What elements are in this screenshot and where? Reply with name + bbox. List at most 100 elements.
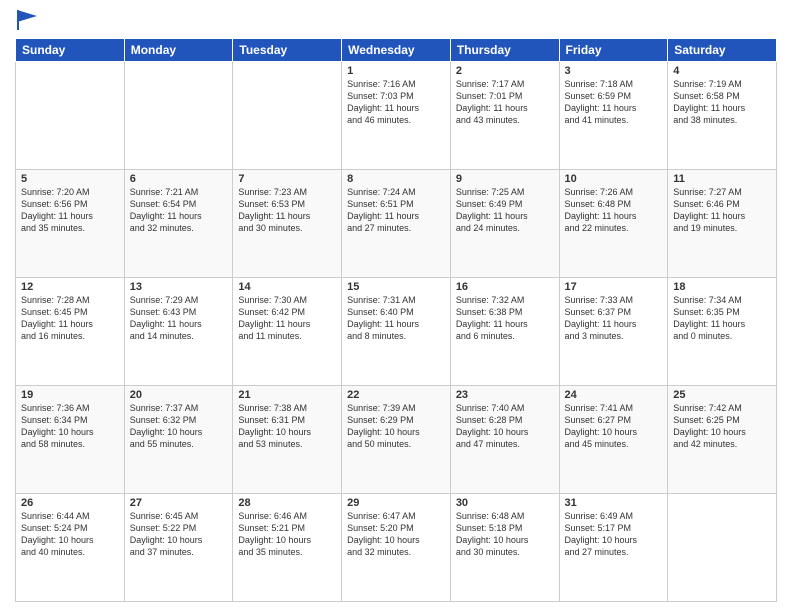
- calendar-cell: 1Sunrise: 7:16 AM Sunset: 7:03 PM Daylig…: [342, 62, 451, 170]
- day-number: 31: [565, 497, 663, 509]
- calendar-cell: 11Sunrise: 7:27 AM Sunset: 6:46 PM Dayli…: [668, 170, 777, 278]
- day-info: Sunrise: 6:45 AM Sunset: 5:22 PM Dayligh…: [130, 510, 228, 559]
- calendar-cell: 4Sunrise: 7:19 AM Sunset: 6:58 PM Daylig…: [668, 62, 777, 170]
- weekday-header-saturday: Saturday: [668, 39, 777, 62]
- weekday-header-wednesday: Wednesday: [342, 39, 451, 62]
- calendar-cell: 28Sunrise: 6:46 AM Sunset: 5:21 PM Dayli…: [233, 494, 342, 602]
- day-info: Sunrise: 7:17 AM Sunset: 7:01 PM Dayligh…: [456, 78, 554, 127]
- day-number: 17: [565, 281, 663, 293]
- calendar-week-1: 1Sunrise: 7:16 AM Sunset: 7:03 PM Daylig…: [16, 62, 777, 170]
- day-number: 11: [673, 173, 771, 185]
- day-number: 9: [456, 173, 554, 185]
- calendar-cell: 21Sunrise: 7:38 AM Sunset: 6:31 PM Dayli…: [233, 386, 342, 494]
- day-info: Sunrise: 7:28 AM Sunset: 6:45 PM Dayligh…: [21, 294, 119, 343]
- calendar-cell: 10Sunrise: 7:26 AM Sunset: 6:48 PM Dayli…: [559, 170, 668, 278]
- day-info: Sunrise: 7:26 AM Sunset: 6:48 PM Dayligh…: [565, 186, 663, 235]
- day-info: Sunrise: 6:44 AM Sunset: 5:24 PM Dayligh…: [21, 510, 119, 559]
- day-number: 22: [347, 389, 445, 401]
- weekday-header-row: SundayMondayTuesdayWednesdayThursdayFrid…: [16, 39, 777, 62]
- day-info: Sunrise: 7:30 AM Sunset: 6:42 PM Dayligh…: [238, 294, 336, 343]
- day-number: 7: [238, 173, 336, 185]
- logo: [15, 10, 37, 30]
- weekday-header-thursday: Thursday: [450, 39, 559, 62]
- day-number: 19: [21, 389, 119, 401]
- calendar-week-2: 5Sunrise: 7:20 AM Sunset: 6:56 PM Daylig…: [16, 170, 777, 278]
- day-info: Sunrise: 7:25 AM Sunset: 6:49 PM Dayligh…: [456, 186, 554, 235]
- day-number: 13: [130, 281, 228, 293]
- day-info: Sunrise: 6:48 AM Sunset: 5:18 PM Dayligh…: [456, 510, 554, 559]
- page: SundayMondayTuesdayWednesdayThursdayFrid…: [0, 0, 792, 612]
- day-info: Sunrise: 7:24 AM Sunset: 6:51 PM Dayligh…: [347, 186, 445, 235]
- logo-flag-icon: [17, 10, 37, 30]
- calendar-cell: 26Sunrise: 6:44 AM Sunset: 5:24 PM Dayli…: [16, 494, 125, 602]
- day-number: 14: [238, 281, 336, 293]
- day-info: Sunrise: 7:21 AM Sunset: 6:54 PM Dayligh…: [130, 186, 228, 235]
- day-info: Sunrise: 7:40 AM Sunset: 6:28 PM Dayligh…: [456, 402, 554, 451]
- day-info: Sunrise: 7:20 AM Sunset: 6:56 PM Dayligh…: [21, 186, 119, 235]
- day-info: Sunrise: 7:23 AM Sunset: 6:53 PM Dayligh…: [238, 186, 336, 235]
- calendar-cell: 24Sunrise: 7:41 AM Sunset: 6:27 PM Dayli…: [559, 386, 668, 494]
- calendar-cell: 23Sunrise: 7:40 AM Sunset: 6:28 PM Dayli…: [450, 386, 559, 494]
- calendar-cell: 5Sunrise: 7:20 AM Sunset: 6:56 PM Daylig…: [16, 170, 125, 278]
- calendar-cell: 8Sunrise: 7:24 AM Sunset: 6:51 PM Daylig…: [342, 170, 451, 278]
- weekday-header-sunday: Sunday: [16, 39, 125, 62]
- weekday-header-monday: Monday: [124, 39, 233, 62]
- day-info: Sunrise: 6:47 AM Sunset: 5:20 PM Dayligh…: [347, 510, 445, 559]
- calendar-cell: 12Sunrise: 7:28 AM Sunset: 6:45 PM Dayli…: [16, 278, 125, 386]
- calendar-cell: 9Sunrise: 7:25 AM Sunset: 6:49 PM Daylig…: [450, 170, 559, 278]
- calendar-cell: 16Sunrise: 7:32 AM Sunset: 6:38 PM Dayli…: [450, 278, 559, 386]
- day-info: Sunrise: 7:33 AM Sunset: 6:37 PM Dayligh…: [565, 294, 663, 343]
- day-info: Sunrise: 7:37 AM Sunset: 6:32 PM Dayligh…: [130, 402, 228, 451]
- day-number: 29: [347, 497, 445, 509]
- calendar-cell: 14Sunrise: 7:30 AM Sunset: 6:42 PM Dayli…: [233, 278, 342, 386]
- day-info: Sunrise: 7:27 AM Sunset: 6:46 PM Dayligh…: [673, 186, 771, 235]
- calendar-cell: [16, 62, 125, 170]
- calendar-table: SundayMondayTuesdayWednesdayThursdayFrid…: [15, 38, 777, 602]
- calendar-cell: 7Sunrise: 7:23 AM Sunset: 6:53 PM Daylig…: [233, 170, 342, 278]
- day-number: 18: [673, 281, 771, 293]
- day-number: 28: [238, 497, 336, 509]
- day-number: 12: [21, 281, 119, 293]
- weekday-header-friday: Friday: [559, 39, 668, 62]
- calendar-cell: 17Sunrise: 7:33 AM Sunset: 6:37 PM Dayli…: [559, 278, 668, 386]
- day-number: 10: [565, 173, 663, 185]
- calendar-cell: 27Sunrise: 6:45 AM Sunset: 5:22 PM Dayli…: [124, 494, 233, 602]
- calendar-week-5: 26Sunrise: 6:44 AM Sunset: 5:24 PM Dayli…: [16, 494, 777, 602]
- day-number: 23: [456, 389, 554, 401]
- day-info: Sunrise: 7:29 AM Sunset: 6:43 PM Dayligh…: [130, 294, 228, 343]
- calendar-cell: 22Sunrise: 7:39 AM Sunset: 6:29 PM Dayli…: [342, 386, 451, 494]
- day-info: Sunrise: 7:41 AM Sunset: 6:27 PM Dayligh…: [565, 402, 663, 451]
- calendar-cell: 15Sunrise: 7:31 AM Sunset: 6:40 PM Dayli…: [342, 278, 451, 386]
- day-number: 25: [673, 389, 771, 401]
- calendar-cell: 6Sunrise: 7:21 AM Sunset: 6:54 PM Daylig…: [124, 170, 233, 278]
- calendar-cell: 2Sunrise: 7:17 AM Sunset: 7:01 PM Daylig…: [450, 62, 559, 170]
- calendar-cell: 30Sunrise: 6:48 AM Sunset: 5:18 PM Dayli…: [450, 494, 559, 602]
- calendar-cell: 3Sunrise: 7:18 AM Sunset: 6:59 PM Daylig…: [559, 62, 668, 170]
- day-number: 27: [130, 497, 228, 509]
- day-number: 26: [21, 497, 119, 509]
- day-number: 5: [21, 173, 119, 185]
- calendar-cell: [233, 62, 342, 170]
- calendar-cell: 19Sunrise: 7:36 AM Sunset: 6:34 PM Dayli…: [16, 386, 125, 494]
- day-info: Sunrise: 7:38 AM Sunset: 6:31 PM Dayligh…: [238, 402, 336, 451]
- calendar-cell: 20Sunrise: 7:37 AM Sunset: 6:32 PM Dayli…: [124, 386, 233, 494]
- day-info: Sunrise: 7:34 AM Sunset: 6:35 PM Dayligh…: [673, 294, 771, 343]
- calendar-cell: 31Sunrise: 6:49 AM Sunset: 5:17 PM Dayli…: [559, 494, 668, 602]
- day-info: Sunrise: 7:19 AM Sunset: 6:58 PM Dayligh…: [673, 78, 771, 127]
- day-number: 15: [347, 281, 445, 293]
- day-info: Sunrise: 7:32 AM Sunset: 6:38 PM Dayligh…: [456, 294, 554, 343]
- calendar-week-3: 12Sunrise: 7:28 AM Sunset: 6:45 PM Dayli…: [16, 278, 777, 386]
- day-number: 1: [347, 65, 445, 77]
- day-number: 16: [456, 281, 554, 293]
- day-number: 21: [238, 389, 336, 401]
- day-number: 2: [456, 65, 554, 77]
- day-number: 4: [673, 65, 771, 77]
- calendar-cell: 25Sunrise: 7:42 AM Sunset: 6:25 PM Dayli…: [668, 386, 777, 494]
- calendar-cell: 18Sunrise: 7:34 AM Sunset: 6:35 PM Dayli…: [668, 278, 777, 386]
- calendar-week-4: 19Sunrise: 7:36 AM Sunset: 6:34 PM Dayli…: [16, 386, 777, 494]
- day-number: 3: [565, 65, 663, 77]
- day-number: 6: [130, 173, 228, 185]
- day-info: Sunrise: 6:46 AM Sunset: 5:21 PM Dayligh…: [238, 510, 336, 559]
- day-info: Sunrise: 7:16 AM Sunset: 7:03 PM Dayligh…: [347, 78, 445, 127]
- day-number: 20: [130, 389, 228, 401]
